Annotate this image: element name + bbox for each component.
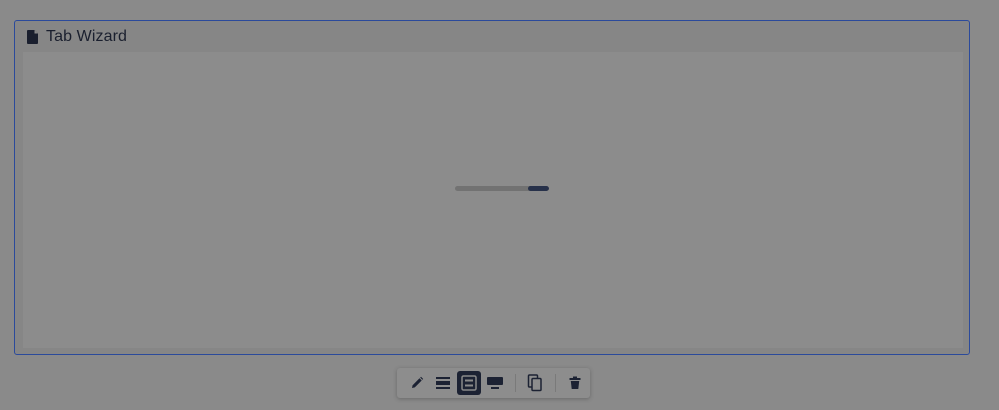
document-icon xyxy=(27,29,39,44)
block-title: Tab Wizard xyxy=(46,27,128,45)
copy-icon xyxy=(527,374,542,392)
layout-boxed-button[interactable] xyxy=(457,371,481,395)
boxed-rows-icon xyxy=(461,375,477,391)
block-content-area xyxy=(23,52,963,348)
block-header: Tab Wizard xyxy=(15,21,969,52)
pencil-icon xyxy=(411,376,423,388)
rows-icon xyxy=(435,377,450,389)
duplicate-button[interactable] xyxy=(524,371,547,395)
toolbar-divider xyxy=(514,374,516,392)
tab-wizard-block[interactable]: Tab Wizard xyxy=(14,20,970,355)
toolbar-divider xyxy=(554,374,556,392)
monitor-icon xyxy=(487,377,504,389)
layout-full-button[interactable] xyxy=(484,371,507,395)
loading-bar-fill xyxy=(528,186,549,191)
delete-button[interactable] xyxy=(564,371,587,395)
edit-button[interactable] xyxy=(405,371,428,395)
block-toolbar xyxy=(397,368,590,398)
trash-icon xyxy=(569,376,581,389)
loading-bar xyxy=(455,186,549,191)
layout-compact-button[interactable] xyxy=(431,371,454,395)
